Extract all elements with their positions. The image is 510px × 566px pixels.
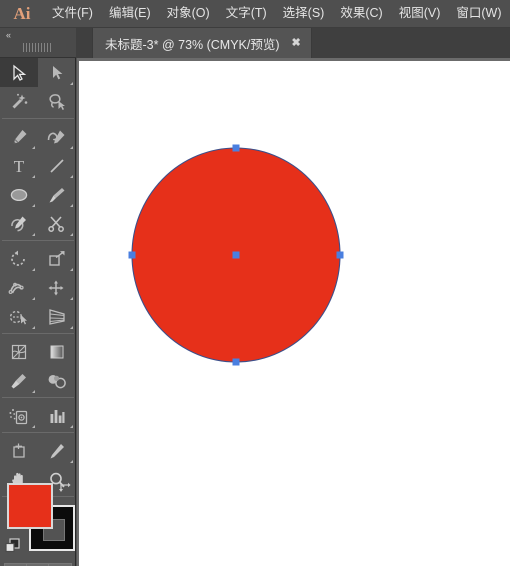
shape-builder-tool[interactable] — [0, 302, 38, 331]
type-tool[interactable]: T — [0, 151, 38, 180]
tool-submenu-icon — [32, 268, 35, 271]
anchor-left[interactable] — [128, 251, 136, 259]
menu-object[interactable]: 对象(O) — [159, 3, 218, 25]
artwork-layer — [128, 144, 344, 366]
mesh-tool[interactable] — [0, 337, 38, 366]
width-tool[interactable] — [0, 273, 38, 302]
tool-submenu-icon — [32, 297, 35, 300]
tool-submenu-icon — [70, 326, 73, 329]
menu-bar: Ai 文件(F) 编辑(E) 对象(O) 文字(T) 选择(S) 效果(C) 视… — [0, 0, 510, 28]
lasso-tool[interactable] — [38, 87, 76, 116]
anchor-center[interactable] — [232, 251, 240, 259]
tool-submenu-icon — [32, 326, 35, 329]
menu-select[interactable]: 选择(S) — [275, 3, 333, 25]
ellipse-tool[interactable] — [0, 180, 38, 209]
eyedropper-tool[interactable] — [0, 366, 38, 395]
magic-wand-tool[interactable] — [0, 87, 38, 116]
document-tab[interactable]: 未标题-3* @ 73% (CMYK/预览) ✖ — [92, 28, 312, 58]
pencil-tool[interactable] — [0, 209, 38, 238]
illustrator-window: Ai 文件(F) 编辑(E) 对象(O) 文字(T) 选择(S) 效果(C) 视… — [0, 0, 510, 566]
pen-tool[interactable] — [0, 122, 38, 151]
fill-swatch[interactable] — [7, 483, 53, 529]
collapse-panel-icon[interactable]: « — [6, 30, 11, 40]
close-icon[interactable]: ✖ — [292, 37, 301, 49]
app-logo-icon: Ai — [13, 3, 31, 23]
free-transform-tool[interactable] — [38, 273, 76, 302]
blend-tool[interactable] — [38, 366, 76, 395]
tool-divider — [2, 397, 74, 398]
tool-divider — [2, 333, 74, 334]
swap-fill-stroke-icon[interactable] — [58, 481, 72, 495]
rotate-tool[interactable] — [0, 244, 38, 273]
tool-divider — [2, 240, 74, 241]
tool-submenu-icon — [32, 175, 35, 178]
tool-submenu-icon — [32, 204, 35, 207]
tool-submenu-icon — [70, 268, 73, 271]
tool-submenu-icon — [32, 146, 35, 149]
tool-divider — [2, 118, 74, 119]
anchor-bottom[interactable] — [232, 358, 240, 366]
tool-submenu-icon — [70, 175, 73, 178]
menu-file[interactable]: 文件(F) — [44, 3, 101, 25]
curvature-tool[interactable] — [38, 122, 76, 151]
toolbar-header: « — [0, 28, 76, 58]
anchor-right[interactable] — [336, 251, 344, 259]
svg-text:T: T — [14, 157, 25, 175]
menu-window[interactable]: 窗口(W) — [448, 3, 509, 25]
menu-edit[interactable]: 编辑(E) — [101, 3, 159, 25]
menu-view[interactable]: 视图(V) — [391, 3, 449, 25]
gradient-tool[interactable] — [38, 337, 76, 366]
scissors-tool[interactable] — [38, 209, 76, 238]
tool-submenu-icon — [70, 233, 73, 236]
anchor-top[interactable] — [232, 144, 240, 152]
document-tab-title: 未标题-3* @ 73% (CMYK/预览) — [105, 37, 280, 52]
direct-selection-tool[interactable] — [38, 58, 76, 87]
tool-submenu-icon — [70, 146, 73, 149]
selection-tool[interactable] — [0, 58, 38, 87]
tools-panel: T — [0, 58, 76, 566]
default-fill-stroke-icon[interactable] — [5, 538, 21, 554]
paintbrush-tool[interactable] — [38, 180, 76, 209]
line-segment-tool[interactable] — [38, 151, 76, 180]
tool-submenu-icon — [70, 204, 73, 207]
perspective-grid-tool[interactable] — [38, 302, 76, 331]
document-tab-bar: « 未标题-3* @ 73% (CMYK/预览) ✖ — [0, 28, 510, 58]
tool-submenu-icon — [32, 233, 35, 236]
canvas-area[interactable] — [77, 58, 510, 566]
toolbar-drag-grip[interactable] — [23, 43, 53, 52]
tool-submenu-icon — [32, 390, 35, 393]
color-controls — [0, 423, 76, 566]
menu-type[interactable]: 文字(T) — [218, 3, 275, 25]
tool-submenu-icon — [70, 297, 73, 300]
menu-effect[interactable]: 效果(C) — [332, 3, 390, 25]
tool-submenu-icon — [70, 82, 73, 85]
scale-tool[interactable] — [38, 244, 76, 273]
